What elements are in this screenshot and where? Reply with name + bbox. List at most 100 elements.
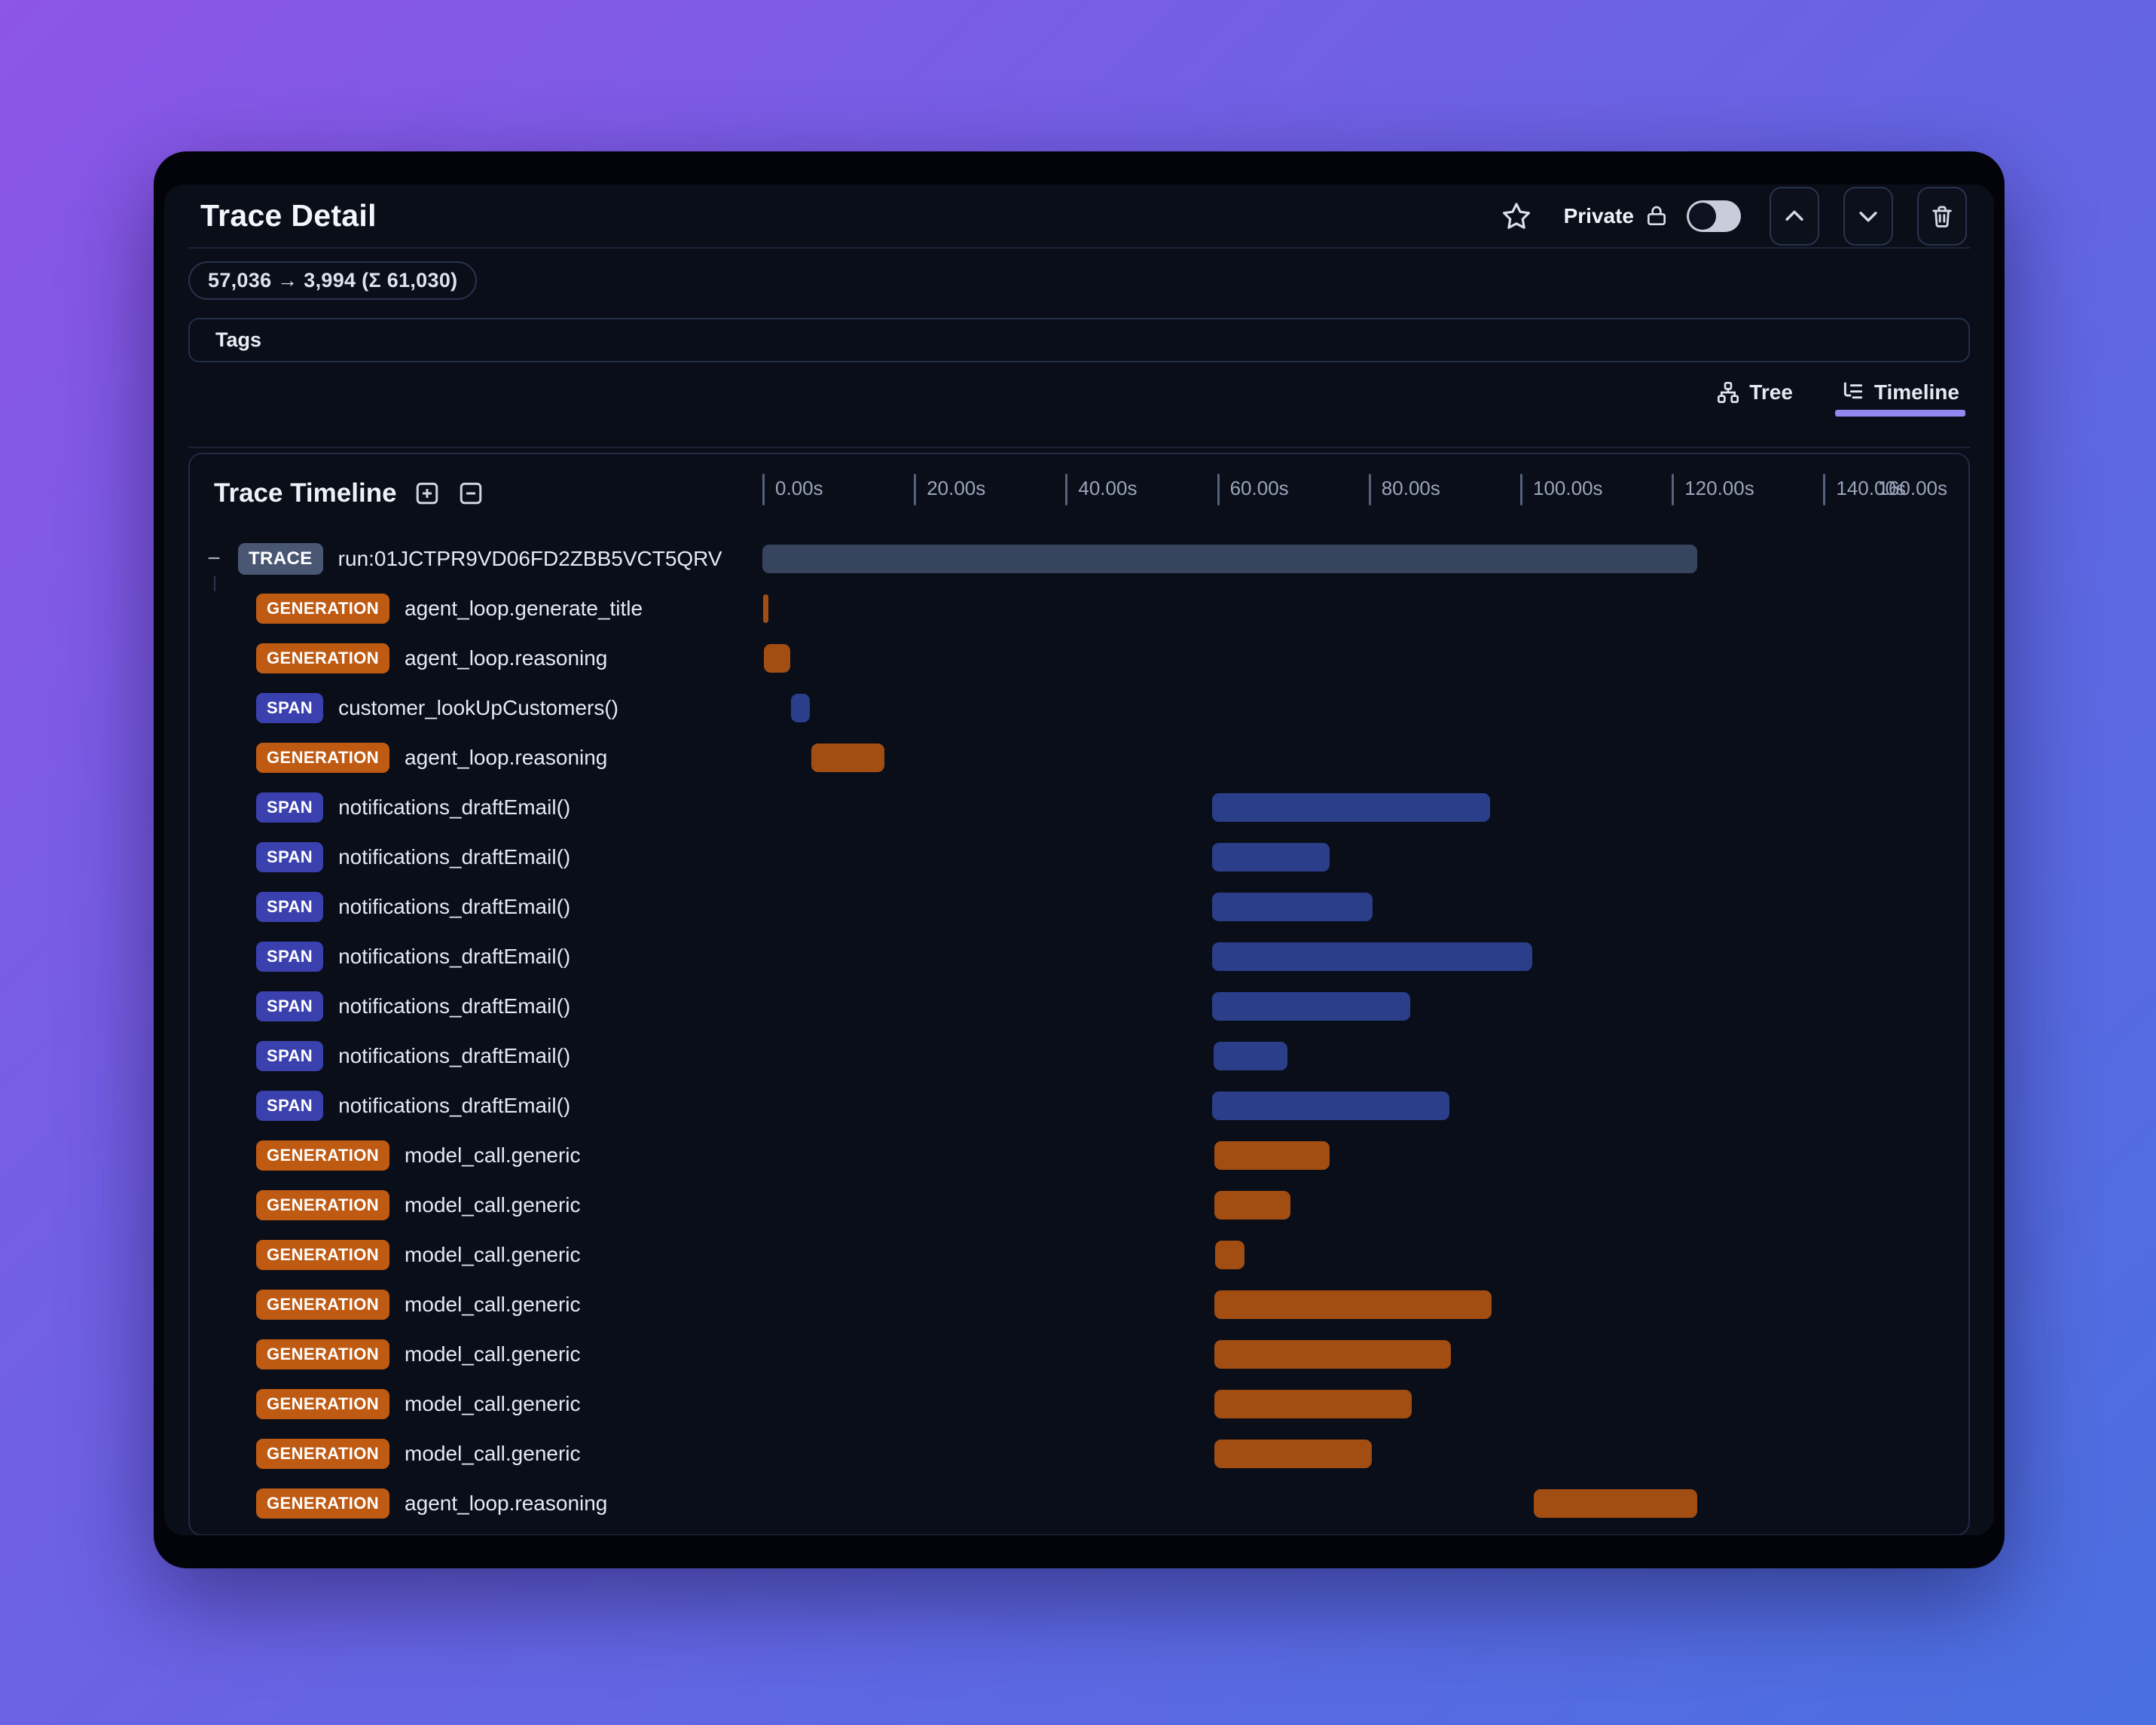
duration-bar[interactable]	[1534, 1489, 1698, 1518]
duration-bar[interactable]	[764, 644, 791, 673]
observation-name: notifications_draftEmail()	[338, 795, 571, 819]
duration-bar[interactable]	[1214, 1340, 1452, 1369]
axis-tick: 20.00s	[914, 474, 985, 505]
tab-tree-label: Tree	[1749, 380, 1793, 404]
timeline-row[interactable]: GENERATION model_call.generic	[190, 1330, 1968, 1379]
row-track	[762, 882, 1968, 932]
observation-name: run:01JCTPR9VD06FD2ZBB5VCT5QRV	[337, 547, 722, 570]
timeline-row[interactable]: GENERATION model_call.generic	[190, 1280, 1968, 1330]
privacy-toggle[interactable]	[1687, 200, 1741, 232]
timeline-title: Trace Timeline	[214, 478, 397, 508]
observation-type-badge: GENERATION	[256, 743, 390, 773]
timeline-row[interactable]: − TRACE run:01JCTPR9VD06FD2ZBB5VCT5QRV	[190, 534, 1968, 591]
timeline-row[interactable]: GENERATION agent_loop.reasoning	[190, 733, 1968, 783]
timeline-row[interactable]: GENERATION model_call.generic	[190, 1429, 1968, 1479]
observation-type-badge: GENERATION	[256, 1140, 390, 1171]
duration-bar[interactable]	[1211, 942, 1533, 971]
list-tree-icon	[1843, 382, 1863, 399]
duration-bar[interactable]	[1211, 992, 1411, 1021]
duration-bar[interactable]	[1211, 893, 1373, 921]
duration-bar[interactable]	[1214, 1241, 1244, 1269]
row-track	[762, 1429, 1968, 1479]
observation-name: notifications_draftEmail()	[338, 945, 571, 968]
timeline-header: Trace Timeline 160.00s 0.00s20.00s40.0	[190, 454, 1968, 533]
duration-bar[interactable]	[791, 694, 811, 722]
chevron-down-icon	[1859, 211, 1877, 221]
duration-bar[interactable]	[1211, 1091, 1450, 1120]
observation-name: model_call.generic	[405, 1143, 581, 1167]
observation-name: notifications_draftEmail()	[338, 1044, 571, 1067]
timeline-row[interactable]: SPAN notifications_draftEmail()	[190, 882, 1968, 932]
observation-type-badge: GENERATION	[256, 1290, 390, 1320]
axis-tick: 40.00s	[1065, 474, 1137, 505]
timeline-row[interactable]: GENERATION model_call.generic	[190, 1180, 1968, 1230]
duration-bar[interactable]	[1211, 793, 1490, 822]
delete-trace-button[interactable]	[1917, 186, 1967, 246]
timeline-row[interactable]: SPAN notifications_draftEmail()	[190, 783, 1968, 832]
lock-icon	[1648, 206, 1666, 225]
collapse-toggle[interactable]: −	[205, 548, 223, 591]
axis-tick: 140.00s	[1823, 474, 1906, 505]
timeline-row[interactable]: GENERATION agent_loop.generate_title	[190, 584, 1968, 634]
header: Trace Detail Private	[188, 185, 1970, 249]
observation-name: model_call.generic	[405, 1342, 581, 1366]
duration-bar[interactable]	[1214, 1440, 1372, 1468]
row-track	[762, 1230, 1968, 1280]
timeline-row[interactable]: GENERATION model_call.generic	[190, 1379, 1968, 1429]
timeline-row[interactable]: GENERATION agent_loop.reasoning	[190, 634, 1968, 683]
timeline-row[interactable]: GENERATION agent_loop.reasoning	[190, 1479, 1968, 1528]
duration-bar[interactable]	[1211, 843, 1330, 872]
nav-up-button[interactable]	[1770, 186, 1819, 246]
row-track	[762, 733, 1968, 783]
duration-bar[interactable]	[1214, 1191, 1291, 1220]
trace-detail-window: Trace Detail Private 57,036 → 3,994 (Σ 6…	[154, 151, 2005, 1568]
tab-tree[interactable]: Tree	[1716, 380, 1793, 417]
timeline-row[interactable]: SPAN notifications_draftEmail()	[190, 1081, 1968, 1131]
tags-input[interactable]: Tags	[188, 318, 1970, 362]
observation-type-badge: GENERATION	[256, 594, 390, 624]
duration-bar[interactable]	[763, 594, 769, 623]
timeline-row[interactable]: SPAN notifications_draftEmail()	[190, 932, 1968, 982]
nav-down-button[interactable]	[1843, 186, 1893, 246]
timeline-row[interactable]: SPAN customer_lookUpCustomers()	[190, 683, 1968, 733]
duration-bar[interactable]	[811, 743, 884, 772]
duration-bar[interactable]	[762, 545, 1698, 573]
duration-bar[interactable]	[1214, 1390, 1412, 1418]
timeline-row[interactable]: GENERATION model_call.generic	[190, 1131, 1968, 1180]
tab-timeline-label: Timeline	[1874, 380, 1959, 404]
timeline-row[interactable]: SPAN notifications_draftEmail()	[190, 832, 1968, 882]
timeline-row[interactable]: GENERATION model_call.generic	[190, 1230, 1968, 1280]
row-track	[762, 1379, 1968, 1429]
observation-type-badge: SPAN	[256, 1041, 324, 1071]
toggle-knob	[1689, 202, 1716, 230]
observation-name: agent_loop.generate_title	[405, 597, 643, 620]
row-track	[762, 1031, 1968, 1081]
token-usage-badge: 57,036 → 3,994 (Σ 61,030)	[188, 261, 478, 300]
observation-type-badge: SPAN	[256, 693, 324, 723]
observation-type-badge: GENERATION	[256, 1389, 390, 1419]
observation-type-badge: GENERATION	[256, 1488, 390, 1519]
star-icon[interactable]	[1501, 200, 1532, 232]
observation-name: model_call.generic	[405, 1193, 581, 1217]
tab-timeline[interactable]: Timeline	[1834, 380, 1966, 417]
duration-bar[interactable]	[1214, 1141, 1330, 1170]
timeline-row[interactable]: SPAN notifications_draftEmail()	[190, 982, 1968, 1031]
observation-type-badge: GENERATION	[256, 1190, 390, 1220]
tags-label: Tags	[215, 328, 262, 351]
observation-name: model_call.generic	[405, 1392, 581, 1415]
collapse-all-button[interactable]	[457, 480, 484, 507]
token-usage-row: 57,036 → 3,994 (Σ 61,030)	[188, 261, 1970, 300]
observation-type-badge: SPAN	[256, 892, 324, 922]
duration-bar[interactable]	[1214, 1290, 1492, 1319]
observation-type-badge: GENERATION	[256, 1240, 390, 1270]
timeline-rows: − TRACE run:01JCTPR9VD06FD2ZBB5VCT5QRV G…	[190, 533, 1968, 1528]
row-track	[762, 982, 1968, 1031]
header-actions: Private	[1501, 186, 1967, 246]
observation-type-badge: GENERATION	[256, 643, 390, 673]
page-title: Trace Detail	[200, 198, 377, 233]
expand-all-button[interactable]	[414, 480, 441, 507]
observation-type-badge: GENERATION	[256, 1439, 390, 1469]
timeline-row[interactable]: SPAN notifications_draftEmail()	[190, 1031, 1968, 1081]
observation-type-badge: SPAN	[256, 792, 324, 823]
duration-bar[interactable]	[1213, 1042, 1288, 1070]
